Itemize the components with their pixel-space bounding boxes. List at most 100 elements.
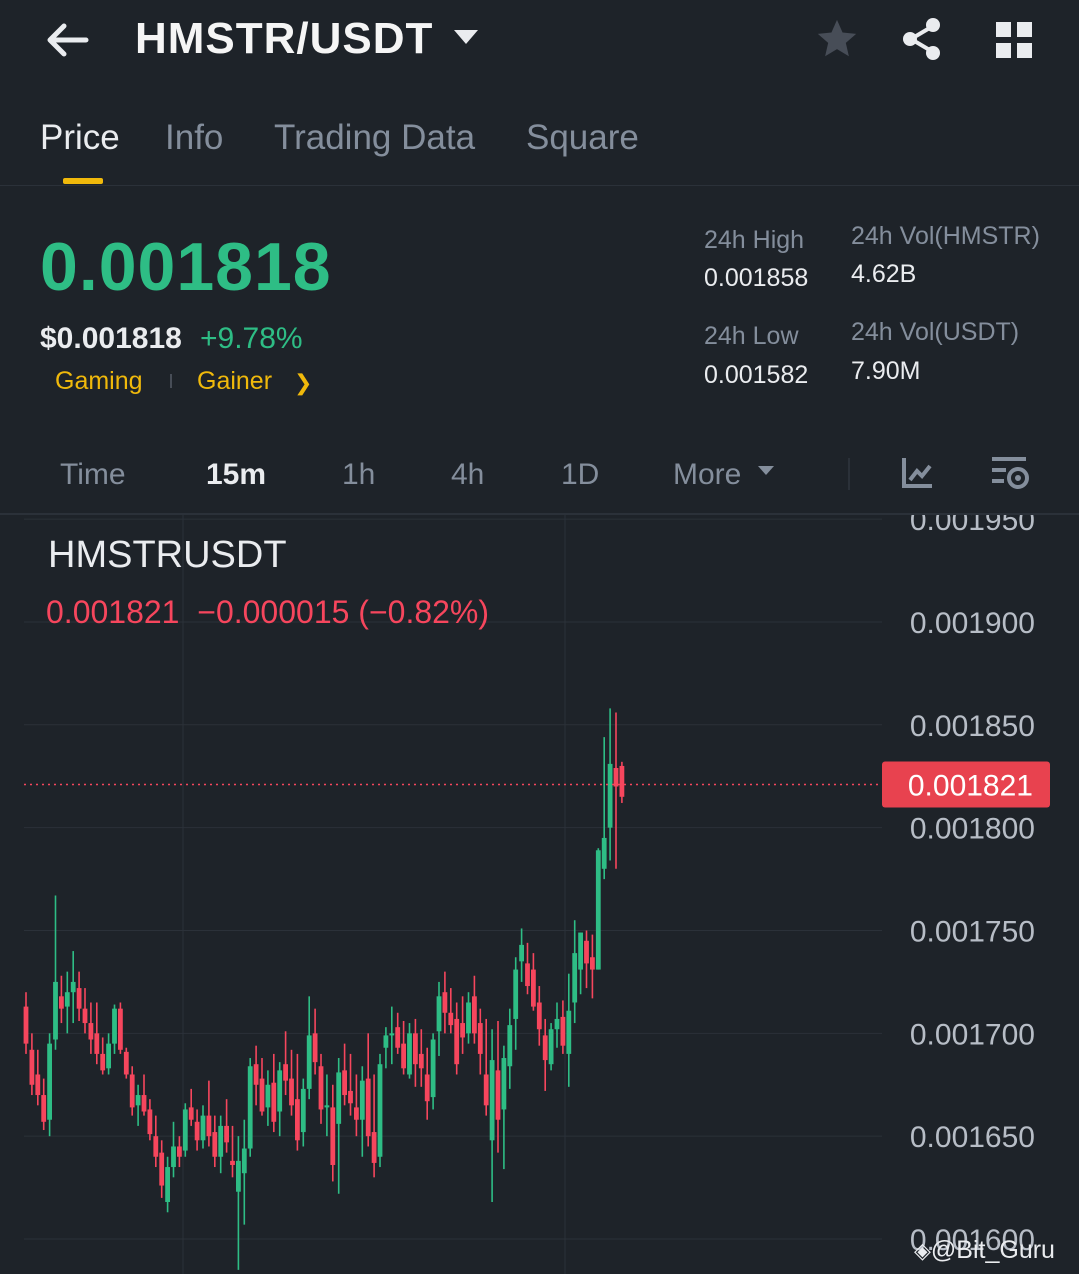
candle-body (129, 1074, 135, 1108)
candle-body (342, 1070, 347, 1096)
candle-body (519, 944, 524, 962)
candle-body (94, 1033, 100, 1054)
candle-body (88, 1023, 94, 1040)
candle-body (171, 1146, 176, 1168)
watermark: ◈@Bit_Guru (914, 1236, 1055, 1265)
y-tick-label: 0.001950 (910, 515, 1035, 537)
candle-body (100, 1053, 106, 1071)
vol-base-value: 4.62B (851, 260, 917, 288)
tag-gainer[interactable]: Gainer (197, 367, 272, 396)
candle-body (595, 850, 601, 970)
tab-trading-data[interactable]: Trading Data (274, 118, 475, 158)
timeframe-15m[interactable]: 15m (206, 458, 266, 492)
candle-body (607, 763, 613, 828)
candle-body (359, 1080, 365, 1120)
candle-body (177, 1146, 182, 1157)
candle-body (206, 1115, 212, 1137)
y-tick-label: 0.001750 (910, 915, 1035, 948)
candle-body (306, 1035, 312, 1089)
candle-body (230, 1160, 235, 1165)
candle-body (407, 1033, 412, 1075)
candle-body (29, 1049, 35, 1085)
candle-body (64, 992, 70, 1007)
candle-body (182, 1109, 188, 1151)
candle-body (383, 1035, 389, 1048)
candle-body (47, 1043, 52, 1120)
low-label: 24h Low (704, 322, 799, 350)
candle-body (336, 1072, 342, 1124)
candle-body (188, 1107, 194, 1120)
current-price-tag-label: 0.001821 (908, 769, 1033, 802)
candle-body (601, 837, 607, 869)
candle-body (200, 1115, 206, 1141)
timeframe-1h[interactable]: 1h (342, 458, 375, 492)
candle-body (466, 1002, 471, 1034)
candle-body (436, 996, 442, 1032)
candle-body (536, 1002, 542, 1030)
candle-body (70, 981, 76, 993)
candle-body (224, 1125, 229, 1143)
usd-price: $0.001818 (40, 322, 182, 355)
candle-body (153, 1136, 159, 1157)
binance-logo-icon: ◈ (914, 1238, 931, 1263)
candle-body (253, 1064, 259, 1085)
tab-square[interactable]: Square (526, 118, 639, 158)
pair-title[interactable]: HMSTR/USDT (135, 14, 433, 64)
candle-body (212, 1132, 218, 1157)
candle-body (472, 996, 477, 1034)
last-price: 0.001818 (40, 229, 332, 305)
candle-body (454, 1018, 460, 1065)
candle-body (247, 1066, 253, 1149)
timeframe-1d[interactable]: 1D (561, 458, 599, 492)
grid-icon[interactable] (994, 20, 1034, 60)
candle-body (495, 1070, 501, 1120)
dropdown-caret-icon[interactable] (454, 30, 478, 44)
candle-body (501, 1058, 507, 1110)
candle-body (159, 1152, 165, 1186)
candle-body (271, 1082, 277, 1122)
tab-info[interactable]: Info (165, 118, 223, 158)
star-icon[interactable] (814, 16, 860, 62)
candle-body (289, 1078, 294, 1106)
candle-body (371, 1132, 377, 1163)
candle-body (277, 1070, 283, 1112)
candle-body (424, 1074, 430, 1102)
tab-divider (0, 185, 1079, 186)
candle-body (295, 1099, 300, 1141)
candle-body (330, 1107, 336, 1165)
candle-body (389, 1033, 395, 1036)
candle-body (118, 1008, 123, 1050)
candle-body (41, 1095, 47, 1122)
timeframe-time[interactable]: Time (60, 458, 126, 492)
y-tick-label: 0.001800 (910, 813, 1035, 846)
share-icon[interactable] (900, 16, 944, 62)
back-arrow-icon[interactable] (42, 18, 92, 62)
candle-body (619, 765, 625, 797)
candle-body (531, 969, 536, 1007)
indicator-icon[interactable] (900, 454, 936, 492)
candle-body (365, 1078, 371, 1137)
candle-body (348, 1090, 353, 1104)
candle-body (395, 1027, 401, 1048)
candle-body (324, 1105, 330, 1108)
candle-body (312, 1033, 318, 1063)
candle-body (590, 957, 595, 970)
candle-body (112, 1008, 117, 1044)
tag-gaming[interactable]: Gaming (55, 367, 143, 396)
more-caret-icon[interactable] (758, 466, 774, 475)
chevron-right-icon[interactable]: ❯ (294, 370, 312, 396)
candle-body (141, 1095, 147, 1112)
candle-body (241, 1148, 247, 1174)
candle-body (59, 996, 64, 1009)
y-tick-label: 0.001650 (910, 1121, 1035, 1154)
tab-price[interactable]: Price (40, 118, 120, 158)
timeframe-4h[interactable]: 4h (451, 458, 484, 492)
candle-body (460, 1023, 465, 1038)
chart-settings-icon[interactable] (990, 454, 1030, 492)
active-tab-indicator (63, 178, 103, 184)
vol-quote-label: 24h Vol(USDT) (851, 318, 1020, 346)
candle-body (548, 1029, 554, 1065)
candle-body (560, 1016, 566, 1046)
timeframe-more[interactable]: More (673, 458, 741, 492)
candle-body (401, 1043, 406, 1069)
